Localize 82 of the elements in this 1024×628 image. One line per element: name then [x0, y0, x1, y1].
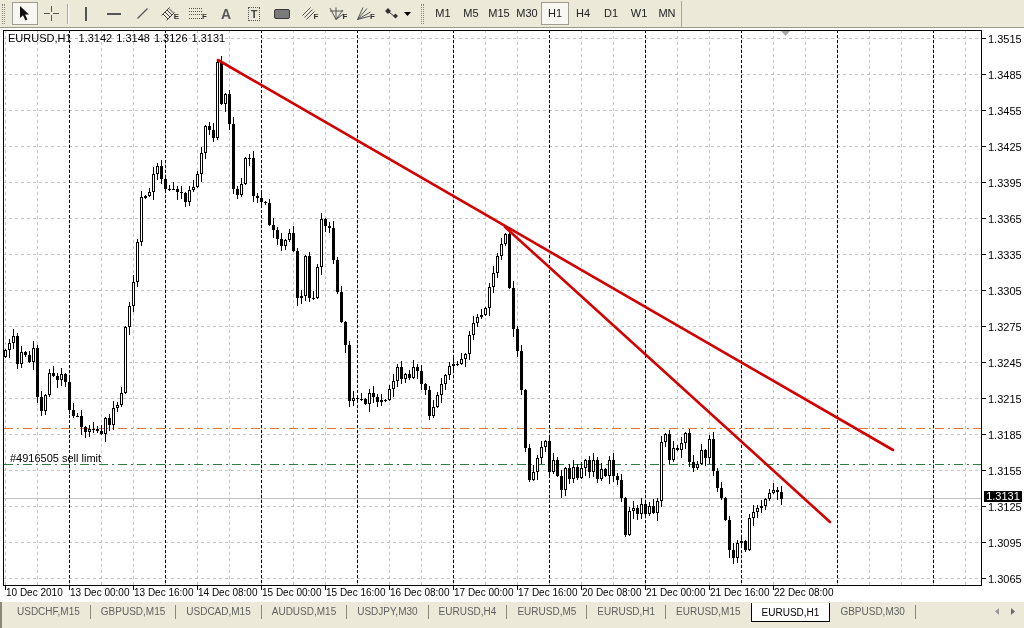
price-axis-label: 1.3305: [988, 286, 1022, 296]
hatched-channel-icon: [160, 6, 175, 21]
tool-button[interactable]: F: [352, 2, 380, 25]
price-axis-label: 1.3095: [988, 538, 1022, 548]
chart-tab[interactable]: EURUSD,M15: [666, 603, 751, 620]
time-axis-label: 15 Dec 00:00: [262, 587, 322, 599]
timeframe-button[interactable]: M5: [457, 2, 485, 25]
price-axis-label: 1.3275: [988, 322, 1022, 332]
ohlc-price: 1.3142: [78, 32, 113, 45]
chart-tab[interactable]: AUDUSD,M15: [261, 603, 347, 620]
price-axis-label: 1.3425: [988, 142, 1022, 152]
time-axis-label: 21 Dec 00:00: [646, 587, 706, 599]
price-axis-label: 1.3185: [988, 430, 1022, 440]
toolbar-grip[interactable]: [421, 3, 424, 24]
chart-tab[interactable]: EURUSD,H1: [587, 603, 666, 620]
fan-icon: [328, 7, 344, 20]
toolbar-grip[interactable]: [2, 3, 5, 24]
fan-lines-icon: [357, 7, 372, 20]
ohlc-price: 1.3148: [116, 32, 150, 45]
price-axis-label: 1.3335: [988, 250, 1022, 260]
time-axis-label: 17 Dec 00:00: [454, 587, 514, 599]
tool-button[interactable]: F: [184, 2, 212, 25]
time-axis-label: 16 Dec 08:00: [390, 587, 450, 599]
current-price-tag: 1.3131: [984, 491, 1022, 502]
chart-tab[interactable]: EURUSD,H4: [428, 603, 507, 620]
tool-button[interactable]: F: [296, 2, 324, 25]
timeframe-button[interactable]: W1: [625, 2, 653, 25]
order-label: #4916505 sell limit: [10, 452, 102, 464]
timeframe-button[interactable]: H1: [541, 2, 569, 25]
time-axis-label: 20 Dec 08:00: [582, 587, 642, 599]
arrows-icon: [385, 7, 399, 20]
shift-marker-icon: [781, 31, 790, 36]
chart-tab[interactable]: GBPUSD,M30: [830, 603, 915, 620]
diagonal-line-icon: [136, 8, 148, 19]
tool-button[interactable]: E: [156, 2, 184, 25]
chart-tab[interactable]: USDCHF,M15: [7, 603, 90, 620]
chart-tab[interactable]: USDJPY,M30: [347, 603, 428, 620]
time-axis-label: 15 Dec 16:00: [326, 587, 386, 599]
chart-tab[interactable]: USDCAD,M15: [176, 603, 261, 620]
vertical-line-icon: [85, 6, 87, 21]
tool-button[interactable]: T: [240, 2, 268, 25]
time-axis-label: 22 Dec 08:00: [774, 587, 834, 599]
price-axis-label: 1.3215: [988, 394, 1022, 404]
price-axis-label: 1.3485: [988, 70, 1022, 80]
price-axis-label: 1.3515: [988, 34, 1022, 44]
right-triangle-icon: [1011, 608, 1015, 615]
chart-tab[interactable]: GBPUSD,M15: [90, 603, 176, 620]
caret-icon: [404, 11, 411, 16]
price-axis-label: 1.3365: [988, 214, 1022, 224]
ohlc-price: 1.3131: [191, 32, 226, 45]
time-axis-label: 10 Dec 2010: [6, 587, 63, 599]
price-axis-label: 1.3125: [988, 502, 1022, 512]
chart-tab[interactable]: EURUSD,H1: [750, 603, 831, 622]
time-axis-label: 17 Dec 16:00: [518, 587, 578, 599]
price-axis-label: 1.3245: [988, 358, 1022, 368]
price-axis-label: 1.3395: [988, 178, 1022, 188]
time-axis-label: 21 Dec 16:00: [710, 587, 770, 599]
chart-tab[interactable]: EURUSD,M5: [507, 603, 587, 620]
cursor-icon: [20, 6, 30, 21]
parallel-lines-icon: [301, 7, 315, 20]
crosshair-icon: [43, 6, 59, 21]
price-axis-label: 1.3455: [988, 106, 1022, 116]
timeframe-button[interactable]: D1: [597, 2, 625, 25]
rectangle-icon: [274, 8, 290, 19]
chart-symbol: EURUSD,H1: [8, 32, 72, 45]
left-triangle-icon: [995, 608, 999, 615]
ohlc-price: 1.3126: [153, 32, 188, 45]
time-axis-label: 13 Dec 00:00: [70, 587, 130, 599]
dotted-lines-icon: [189, 8, 204, 19]
tool-button[interactable]: A: [212, 2, 240, 25]
price-axis-label: 1.3155: [988, 466, 1022, 476]
horizontal-line-icon: [107, 12, 121, 15]
timeframe-button[interactable]: H4: [569, 2, 597, 25]
price-axis-label: 1.3065: [988, 574, 1022, 584]
timeframe-button[interactable]: M1: [429, 2, 457, 25]
time-axis-label: 13 Dec 16:00: [134, 587, 194, 599]
tool-button[interactable]: F: [324, 2, 352, 25]
timeframe-button[interactable]: M15: [485, 2, 513, 25]
time-axis-label: 14 Dec 08:00: [198, 587, 258, 599]
timeframe-button[interactable]: M30: [513, 2, 541, 25]
tool-button[interactable]: [12, 2, 38, 25]
timeframe-button[interactable]: MN: [653, 2, 681, 25]
